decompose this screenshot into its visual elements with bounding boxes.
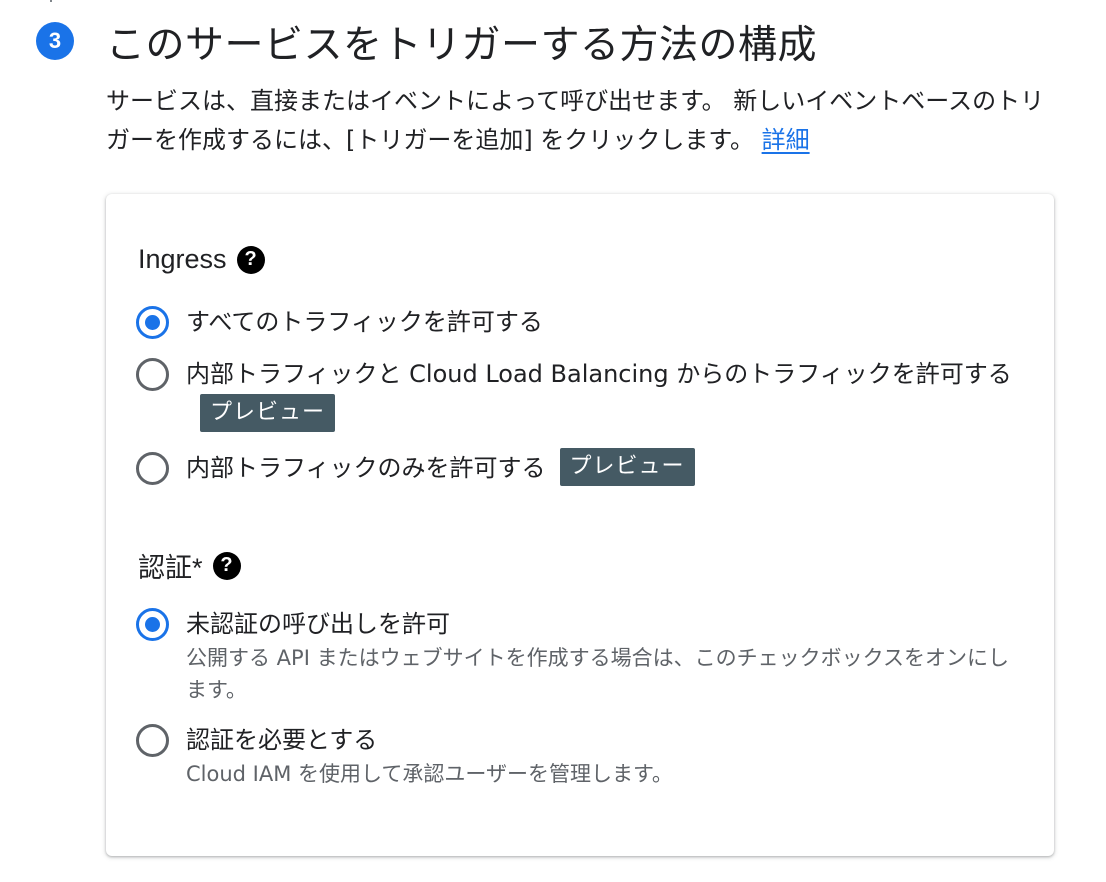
radio-button-unchecked[interactable] bbox=[136, 452, 169, 485]
preview-badge: プレビュー bbox=[559, 448, 695, 486]
step-title: このサービスをトリガーする方法の構成 bbox=[106, 23, 818, 68]
ingress-option-all-label: すべてのトラフィックを許可する bbox=[186, 308, 543, 336]
auth-section-label: 認証* ? bbox=[138, 546, 241, 585]
auth-help-icon[interactable]: ? bbox=[212, 551, 241, 580]
radio-button-unchecked[interactable] bbox=[136, 724, 169, 757]
ingress-label: Ingress bbox=[138, 244, 227, 274]
step-description: サービスは、直接またはイベントによって呼び出せます。 新しいイベントベースのトリ… bbox=[106, 82, 1046, 160]
ingress-option-internal-only[interactable]: 内部トラフィックのみを許可する プレビュー bbox=[136, 448, 695, 488]
timeline-connector bbox=[50, 0, 52, 2]
ingress-option-internal-only-text: 内部トラフィックのみを許可する プレビュー bbox=[186, 448, 695, 488]
ingress-help-icon[interactable]: ? bbox=[236, 245, 265, 274]
auth-option-required-description: Cloud IAM を使用して承認ユーザーを管理します。 bbox=[186, 762, 673, 786]
step-number-badge: 3 bbox=[36, 22, 74, 60]
trigger-config-card: Ingress ? すべてのトラフィックを許可する 内部トラフィックと Clou… bbox=[106, 194, 1054, 856]
ingress-option-internal-lb[interactable]: 内部トラフィックと Cloud Load Balancing からのトラフィック… bbox=[136, 358, 1026, 434]
ingress-section-label: Ingress ? bbox=[138, 244, 265, 275]
auth-option-unauthenticated-description: 公開する API またはウェブサイトを作成する場合は、このチェックボックスをオン… bbox=[186, 646, 1009, 702]
auth-option-unauthenticated-label: 未認証の呼び出しを許可 bbox=[186, 610, 450, 638]
ingress-option-all[interactable]: すべてのトラフィックを許可する bbox=[136, 306, 543, 342]
ingress-option-internal-lb-text: 内部トラフィックと Cloud Load Balancing からのトラフィック… bbox=[186, 354, 1026, 434]
ingress-option-internal-only-label: 内部トラフィックのみを許可する bbox=[186, 454, 546, 482]
radio-button-checked[interactable] bbox=[136, 608, 169, 641]
learn-more-link[interactable]: 詳細 bbox=[762, 126, 810, 154]
radio-button-unchecked[interactable] bbox=[136, 358, 169, 391]
auth-option-required-label: 認証を必要とする bbox=[186, 726, 378, 754]
auth-label: 認証* bbox=[138, 553, 203, 583]
step-description-text: サービスは、直接またはイベントによって呼び出せます。 新しいイベントベースのトリ… bbox=[106, 87, 1045, 154]
radio-button-checked[interactable] bbox=[136, 306, 169, 339]
ingress-option-internal-lb-label: 内部トラフィックと Cloud Load Balancing からのトラフィック… bbox=[186, 360, 1012, 388]
auth-option-unauthenticated[interactable]: 未認証の呼び出しを許可 bbox=[136, 608, 450, 644]
preview-badge: プレビュー bbox=[200, 394, 336, 432]
auth-option-required[interactable]: 認証を必要とする bbox=[136, 724, 377, 760]
